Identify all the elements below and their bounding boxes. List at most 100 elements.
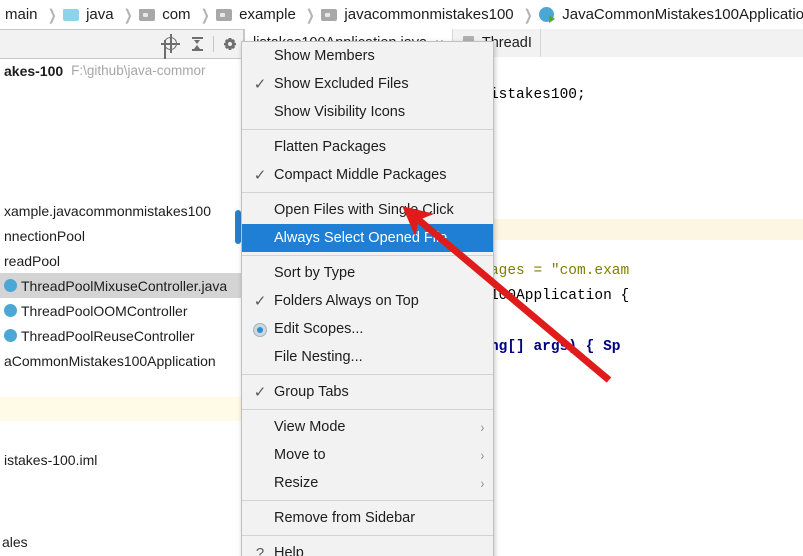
tree-item-label: xample.javacommonmistakes100	[4, 203, 211, 219]
project-tree[interactable]: akes-100 F:\github\java-commor xample.ja…	[0, 58, 243, 556]
menu-item-label: View Mode	[274, 419, 480, 435]
tree-row[interactable]: istakes-100.iml	[0, 447, 243, 472]
java-class-icon	[4, 304, 17, 317]
menu-item-label: File Nesting...	[274, 349, 485, 365]
breadcrumb-item-application-class[interactable]: JavaCommonMistakes100Application	[537, 6, 803, 24]
breadcrumb-item-example[interactable]: example	[214, 6, 301, 24]
menu-item-show-visibility-icons[interactable]: Show Visibility Icons	[242, 98, 493, 126]
locate-crosshair-icon[interactable]	[158, 33, 184, 55]
menu-item-sort-by-type[interactable]: Sort by Type	[242, 259, 493, 287]
menu-item-label: Sort by Type	[274, 265, 485, 281]
project-toolbar	[0, 30, 243, 59]
menu-item-label: Edit Scopes...	[274, 321, 485, 337]
tree-item-label: aCommonMistakes100Application	[4, 353, 216, 369]
menu-separator	[242, 374, 493, 375]
menu-item-file-nesting[interactable]: File Nesting...	[242, 343, 493, 371]
tree-row[interactable]: akes-100 F:\github\java-commor	[0, 58, 243, 83]
menu-item-label: Group Tabs	[274, 384, 485, 400]
breadcrumb-item-javacommonmistakes100[interactable]: javacommonmistakes100	[319, 6, 518, 24]
tree-row[interactable]: readPool	[0, 248, 243, 273]
tree-item-path: F:\github\java-commor	[71, 63, 205, 78]
folder-icon	[216, 8, 232, 21]
tree-item-label: akes-100	[4, 63, 63, 79]
menu-item-folders-always-on-top[interactable]: ✓ Folders Always on Top	[242, 287, 493, 315]
breadcrumb-label: JavaCommonMistakes100Application	[559, 6, 803, 24]
folder-source-icon	[63, 8, 79, 21]
tree-item-label: istakes-100.iml	[4, 452, 97, 468]
menu-item-label: Open Files with Single Click	[274, 202, 485, 218]
menu-separator	[242, 192, 493, 193]
question-mark-icon: ?	[246, 546, 274, 556]
breadcrumb-item-com[interactable]: com	[137, 6, 195, 24]
menu-separator	[242, 500, 493, 501]
tree-spacer	[0, 421, 243, 447]
menu-item-always-select-opened-file[interactable]: Always Select Opened File	[242, 224, 493, 252]
breadcrumb-label: javacommonmistakes100	[341, 6, 516, 24]
menu-item-show-members[interactable]: Show Members	[242, 42, 493, 70]
menu-item-remove-from-sidebar[interactable]: Remove from Sidebar	[242, 504, 493, 532]
menu-item-show-excluded-files[interactable]: ✓ Show Excluded Files	[242, 70, 493, 98]
breadcrumb-label: main	[2, 6, 41, 24]
menu-separator	[242, 129, 493, 130]
menu-item-view-mode[interactable]: View Mode ›	[242, 413, 493, 441]
tree-row[interactable]: ThreadPoolOOMController	[0, 298, 243, 323]
java-class-icon	[4, 329, 17, 342]
bottom-text-fragment: ales	[2, 534, 28, 550]
menu-item-label: Help	[274, 545, 485, 556]
menu-item-help[interactable]: ? Help	[242, 539, 493, 556]
menu-item-label: Show Visibility Icons	[274, 104, 485, 120]
toolbar-divider	[213, 36, 214, 52]
menu-item-move-to[interactable]: Move to ›	[242, 441, 493, 469]
chevron-right-icon: ›	[481, 419, 485, 435]
tree-row[interactable]: ThreadPoolReuseController	[0, 323, 243, 348]
menu-item-open-files-with-single-click[interactable]: Open Files with Single Click	[242, 196, 493, 224]
breadcrumb-label: com	[159, 6, 193, 24]
chevron-right-icon: ›	[481, 475, 485, 491]
menu-item-label: Show Members	[274, 48, 485, 64]
menu-item-edit-scopes[interactable]: Edit Scopes...	[242, 315, 493, 343]
breadcrumb: main ❯ java ❯ com ❯ example ❯ javacommon…	[0, 0, 803, 29]
checkmark-icon: ✓	[246, 77, 274, 92]
breadcrumb-label: java	[83, 6, 117, 24]
menu-item-compact-middle-packages[interactable]: ✓ Compact Middle Packages	[242, 161, 493, 189]
menu-item-group-tabs[interactable]: ✓ Group Tabs	[242, 378, 493, 406]
java-class-icon	[4, 279, 17, 292]
menu-item-label: Resize	[274, 475, 480, 491]
tree-item-label: readPool	[4, 253, 60, 269]
menu-item-label: Remove from Sidebar	[274, 510, 485, 526]
tree-item-label: nnectionPool	[4, 228, 85, 244]
folder-icon	[321, 8, 337, 21]
tree-item-label: ThreadPoolReuseController	[21, 328, 195, 344]
radio-selected-icon	[246, 321, 274, 336]
menu-separator	[242, 409, 493, 410]
menu-separator	[242, 535, 493, 536]
tree-row[interactable]: nnectionPool	[0, 223, 243, 248]
tree-row[interactable]	[0, 373, 243, 397]
chevron-right-icon: ❯	[521, 6, 534, 24]
folder-icon	[139, 8, 155, 21]
menu-item-label: Always Select Opened File	[274, 230, 485, 246]
chevron-right-icon: ›	[481, 447, 485, 463]
breadcrumb-label: example	[236, 6, 299, 24]
java-class-runnable-icon	[539, 7, 554, 22]
menu-item-label: Show Excluded Files	[274, 76, 485, 92]
tree-row-highlight-strip	[0, 397, 243, 421]
menu-item-flatten-packages[interactable]: Flatten Packages	[242, 133, 493, 161]
menu-item-resize[interactable]: Resize ›	[242, 469, 493, 497]
tree-row[interactable]: aCommonMistakes100Application	[0, 348, 243, 373]
collapse-all-icon[interactable]	[184, 33, 210, 55]
breadcrumb-item-java[interactable]: java	[61, 6, 119, 24]
menu-item-label: Flatten Packages	[274, 139, 485, 155]
checkmark-icon: ✓	[246, 385, 274, 400]
menu-separator	[242, 255, 493, 256]
tree-item-label: ThreadPoolOOMController	[21, 303, 188, 319]
tree-spacer	[0, 83, 243, 198]
chevron-right-icon: ❯	[304, 6, 317, 24]
gear-icon[interactable]	[217, 33, 243, 55]
menu-item-label: Compact Middle Packages	[274, 167, 485, 183]
tree-row-selected[interactable]: ThreadPoolMixuseController.java	[0, 273, 243, 298]
checkmark-icon: ✓	[246, 294, 274, 309]
tree-row[interactable]: xample.javacommonmistakes100	[0, 198, 243, 223]
breadcrumb-item-main[interactable]: main	[0, 6, 43, 24]
project-view-options-context-menu[interactable]: Show Members ✓ Show Excluded Files Show …	[241, 41, 494, 556]
